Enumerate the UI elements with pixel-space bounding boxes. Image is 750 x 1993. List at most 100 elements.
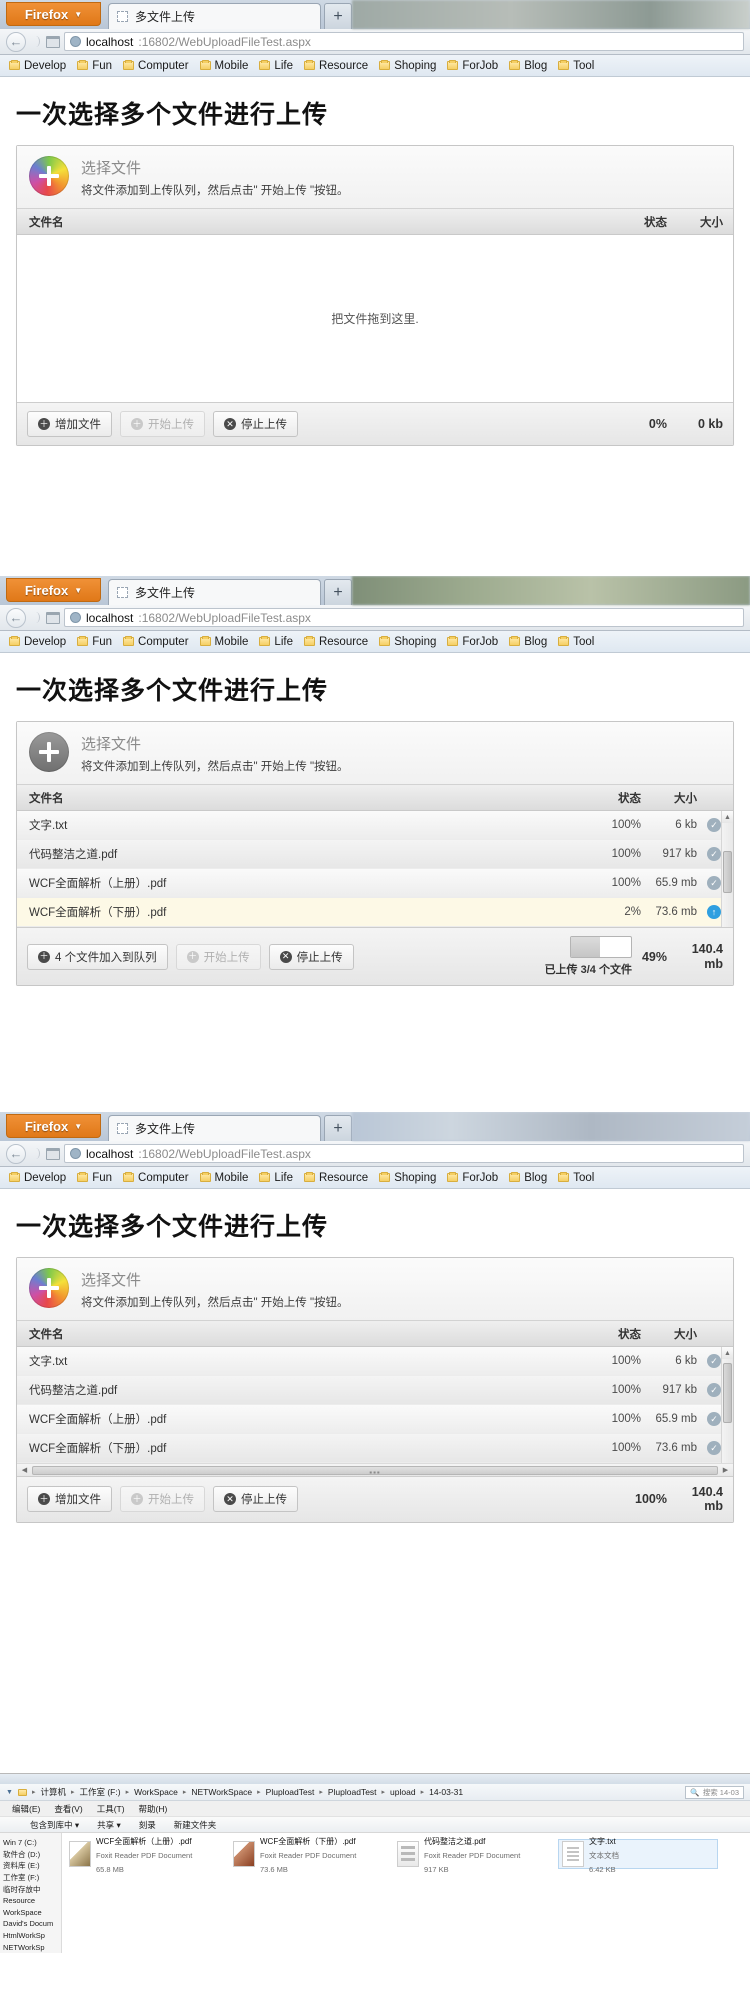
bookmark-item[interactable]: Blog [505,636,551,648]
bookmark-item[interactable]: Tool [554,1172,598,1184]
scroll-left-arrow-icon[interactable]: ◀ [19,1466,30,1474]
site-identity-icon[interactable] [46,1147,60,1160]
forward-button[interactable] [30,1144,42,1164]
nav-item[interactable]: 软件合 (D:) [3,1849,58,1861]
scrollbar-thumb[interactable] [723,851,732,893]
bookmark-item[interactable]: Mobile [196,1172,253,1184]
dropzone[interactable]: 把文件拖到这里. [17,235,733,402]
scrollbar-thumb[interactable] [723,1363,732,1423]
back-button[interactable]: ← [6,31,26,52]
nav-item[interactable]: NETWorkSp [3,1942,58,1953]
bookmark-item[interactable]: Shoping [375,60,440,72]
bookmark-item[interactable]: Shoping [375,1172,440,1184]
firefox-menu-button[interactable]: Firefox ▼ [6,2,101,26]
nav-item[interactable]: David's Docum [3,1918,58,1930]
address-bar[interactable]: localhost:16802/WebUploadFileTest.aspx [64,1144,744,1163]
table-row[interactable]: 代码整洁之道.pdf 100% 917 kb ✓ [17,1376,733,1405]
table-row[interactable]: 代码整洁之道.pdf 100% 917 kb ✓ [17,840,733,869]
start-upload-button[interactable]: ＋ 开始上传 [120,411,205,437]
menu-view[interactable]: 查看(V) [54,1803,82,1815]
list-item[interactable]: 代码整洁之道.pdf Foxit Reader PDF Document 917… [394,1837,554,1874]
bookmark-item[interactable]: Tool [554,636,598,648]
toolbar-share[interactable]: 共享 ▾ [97,1819,121,1831]
stop-upload-button[interactable]: ✕ 停止上传 [213,1486,298,1513]
browser-tab[interactable]: 多文件上传 [108,1115,321,1141]
bookmark-item[interactable]: Blog [505,1172,551,1184]
bookmark-item[interactable]: Resource [300,1172,372,1184]
bookmark-item[interactable]: Mobile [196,60,253,72]
vertical-scrollbar[interactable]: ▲ [721,1347,733,1463]
bookmark-item[interactable]: ForJob [443,636,502,648]
add-files-button[interactable]: ＋ 4 个文件加入到队列 [27,943,168,970]
bookmark-item[interactable]: Computer [119,1172,193,1184]
nav-item[interactable]: WorkSpace [3,1907,58,1919]
add-files-button[interactable]: ＋ 增加文件 [27,1486,112,1513]
bookmark-item[interactable]: Blog [505,60,551,72]
firefox-menu-button[interactable]: Firefox ▼ [6,578,101,602]
vertical-scrollbar[interactable]: ▲ [721,811,733,927]
nav-item[interactable]: HtmlWorkSp [3,1930,58,1942]
bookmark-item[interactable]: Computer [119,636,193,648]
bookmark-item[interactable]: Develop [5,60,70,72]
horizontal-scrollbar[interactable]: ◀ ▪▪▪ ▶ [17,1463,733,1477]
forward-button[interactable] [30,32,42,52]
breadcrumb-item[interactable]: 14-03-31 [429,1787,463,1797]
table-row[interactable]: 文字.txt 100% 6 kb ✓ [17,1347,733,1376]
bookmark-item[interactable]: Shoping [375,636,440,648]
breadcrumb-item[interactable]: upload [390,1787,416,1797]
table-row[interactable]: WCF全面解析（上册）.pdf 100% 65.9 mb ✓ [17,869,733,898]
breadcrumb-item[interactable]: NETWorkSpace [191,1787,252,1797]
menu-edit[interactable]: 编辑(E) [12,1803,40,1815]
table-row[interactable]: WCF全面解析（下册）.pdf 2% 73.6 mb ↑ [17,898,733,927]
new-tab-button[interactable]: + [324,3,352,29]
bookmark-item[interactable]: Fun [73,636,116,648]
start-upload-button[interactable]: ＋ 开始上传 [175,943,261,970]
toolbar-new-folder[interactable]: 新建文件夹 [174,1819,217,1831]
bookmark-item[interactable]: Life [255,60,297,72]
list-item[interactable]: WCF全面解析（下册）.pdf Foxit Reader PDF Documen… [230,1837,390,1874]
add-files-plus-icon[interactable] [29,1268,69,1308]
browser-tab[interactable]: 多文件上传 [108,579,321,605]
breadcrumb-item[interactable]: 工作室 (F:) [79,1786,120,1798]
start-upload-button[interactable]: ＋ 开始上传 [120,1486,205,1513]
add-files-plus-icon[interactable] [29,732,69,772]
search-input[interactable]: 🔍 搜索 14-03 [685,1785,744,1799]
menu-tools[interactable]: 工具(T) [97,1803,125,1815]
stop-upload-button[interactable]: ✕ 停止上传 [213,411,298,437]
new-tab-button[interactable]: + [324,579,352,605]
menu-help[interactable]: 帮助(H) [139,1803,168,1815]
nav-item[interactable]: 资料库 (E:) [3,1860,58,1872]
bookmark-item[interactable]: Develop [5,1172,70,1184]
bookmark-item[interactable]: Mobile [196,636,253,648]
nav-item[interactable]: 工作室 (F:) [3,1872,58,1884]
bookmark-item[interactable]: Life [255,1172,297,1184]
address-bar[interactable]: localhost:16802/WebUploadFileTest.aspx [64,32,744,51]
bookmark-item[interactable]: Computer [119,60,193,72]
browser-tab[interactable]: 多文件上传 [108,3,321,29]
list-item[interactable]: WCF全面解析（上册）.pdf Foxit Reader PDF Documen… [66,1837,226,1874]
nav-item[interactable]: Win 7 (C:) [3,1837,58,1849]
bookmark-item[interactable]: ForJob [443,1172,502,1184]
address-bar[interactable]: localhost:16802/WebUploadFileTest.aspx [64,608,744,627]
toolbar-burn[interactable]: 刻录 [139,1819,156,1831]
toolbar-include-in-library[interactable]: 包含到库中 ▾ [30,1819,79,1831]
history-dropdown-icon[interactable]: ▼ [6,1789,13,1796]
scrollbar-track[interactable]: ▪▪▪ [30,1465,720,1477]
back-button[interactable]: ← [6,607,26,628]
site-identity-icon[interactable] [46,35,60,48]
bookmark-item[interactable]: Resource [300,60,372,72]
site-identity-icon[interactable] [46,611,60,624]
table-row[interactable]: WCF全面解析（上册）.pdf 100% 65.9 mb ✓ [17,1405,733,1434]
bookmark-item[interactable]: Tool [554,60,598,72]
add-files-plus-icon[interactable] [29,156,69,196]
scroll-up-arrow-icon[interactable]: ▲ [722,1347,733,1359]
bookmark-item[interactable]: Develop [5,636,70,648]
breadcrumb-item[interactable]: WorkSpace [134,1787,178,1797]
breadcrumb-item[interactable]: 计算机 [40,1786,66,1798]
table-row[interactable]: 文字.txt 100% 6 kb ✓ [17,811,733,840]
bookmark-item[interactable]: Fun [73,1172,116,1184]
scroll-right-arrow-icon[interactable]: ▶ [720,1466,731,1474]
bookmark-item[interactable]: Fun [73,60,116,72]
bookmark-item[interactable]: Life [255,636,297,648]
add-files-button[interactable]: ＋ 增加文件 [27,411,112,437]
